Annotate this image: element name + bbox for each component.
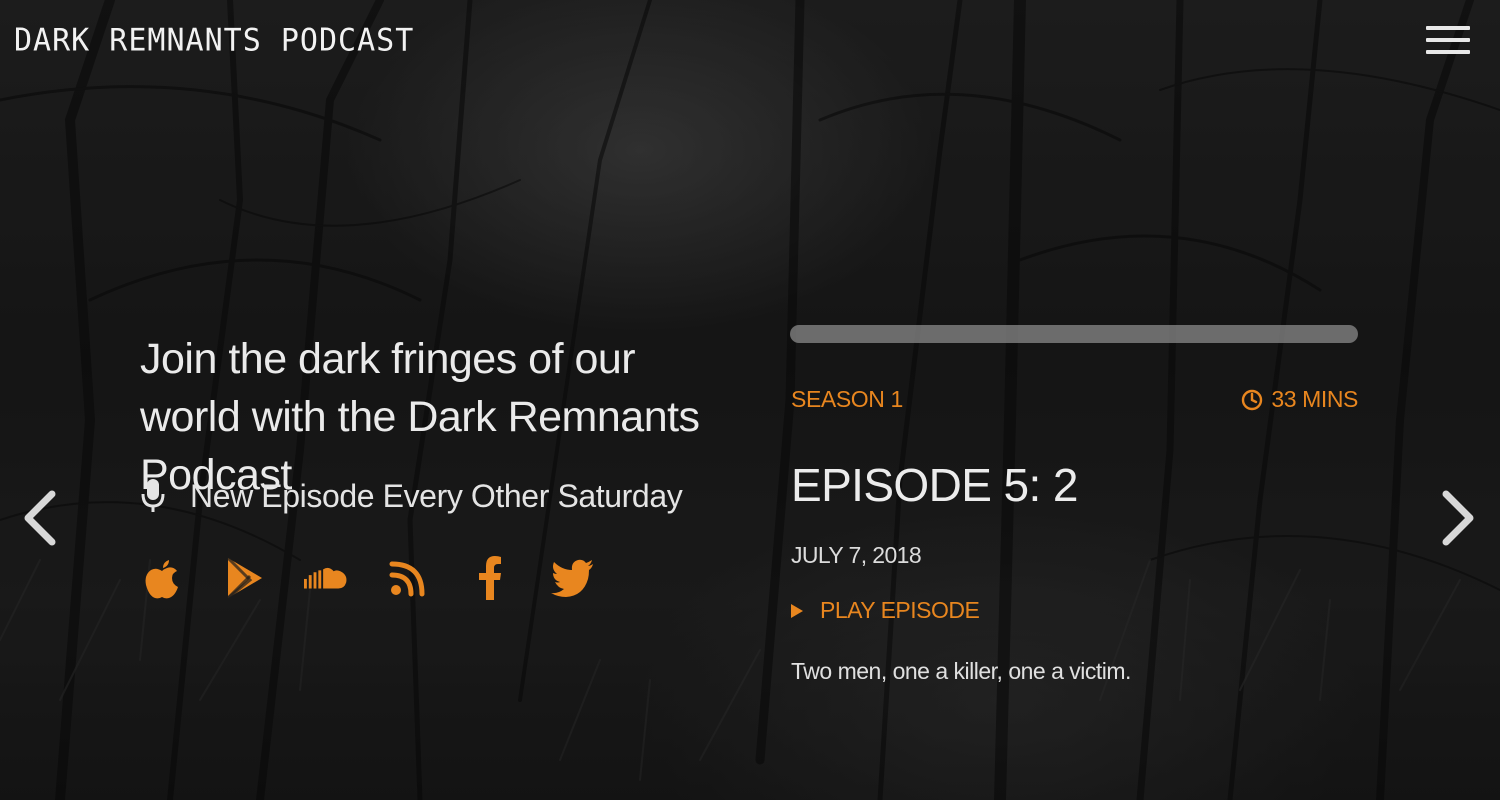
play-episode-label: PLAY EPISODE	[820, 597, 980, 623]
hero-slide: DARK REMNANTS PODCAST Join the dark frin…	[0, 0, 1500, 800]
clock-icon	[1242, 389, 1263, 410]
twitter-icon[interactable]	[550, 556, 594, 600]
episode-progress-bar[interactable]	[790, 325, 1358, 343]
google-play-icon[interactable]	[222, 556, 266, 600]
facebook-icon[interactable]	[468, 556, 512, 600]
menu-bar	[1426, 50, 1470, 54]
subscribe-links	[140, 556, 594, 600]
rss-icon[interactable]	[386, 556, 430, 600]
soundcloud-icon[interactable]	[304, 556, 348, 600]
episode-description: Two men, one a killer, one a victim.	[791, 658, 1131, 684]
site-logo[interactable]: DARK REMNANTS PODCAST	[14, 22, 414, 59]
chevron-left-icon[interactable]	[20, 490, 60, 546]
episode-duration: 33 MINS	[1241, 386, 1358, 413]
episode-title: EPISODE 5: 2	[791, 459, 1078, 511]
play-episode-button[interactable]: PLAY EPISODE	[791, 597, 980, 624]
episode-date: JULY 7, 2018	[791, 542, 922, 568]
duration-text: 33 MINS	[1271, 386, 1358, 412]
chevron-right-icon[interactable]	[1438, 490, 1478, 546]
play-triangle-icon	[791, 603, 803, 618]
menu-bar	[1426, 38, 1470, 42]
apple-icon[interactable]	[140, 556, 184, 600]
menu-bar	[1426, 26, 1470, 30]
hamburger-menu-icon[interactable]	[1424, 24, 1472, 58]
season-label: SEASON 1	[791, 386, 903, 412]
microphone-icon	[141, 479, 165, 512]
release-schedule: New Episode Every Other Saturday	[140, 474, 683, 518]
schedule-text: New Episode Every Other Saturday	[190, 477, 683, 514]
